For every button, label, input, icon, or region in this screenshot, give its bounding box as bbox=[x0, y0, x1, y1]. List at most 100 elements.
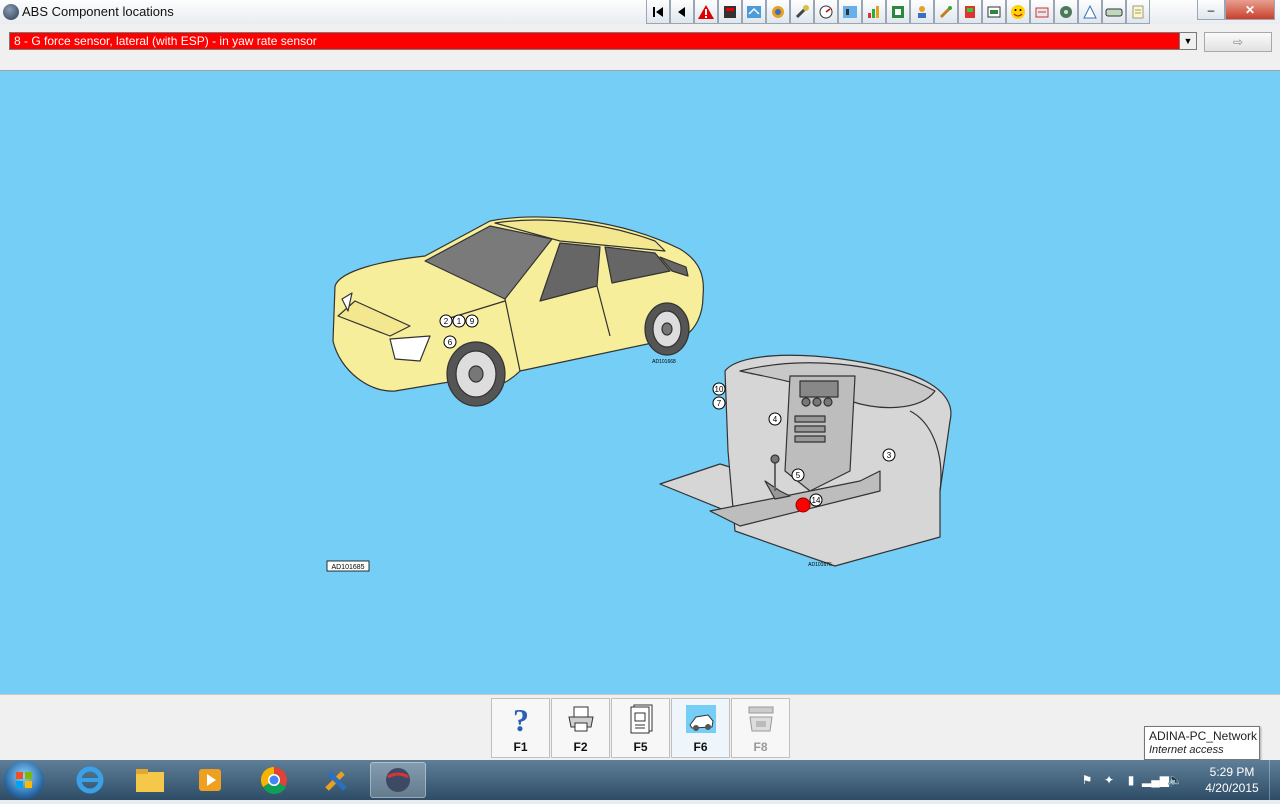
taskbar-file-explorer[interactable] bbox=[122, 762, 178, 798]
toolbar bbox=[646, 0, 1150, 24]
f6-label: F6 bbox=[693, 740, 708, 754]
f1-label: F1 bbox=[513, 740, 528, 754]
interior-illustration bbox=[659, 354, 952, 567]
taskbar-chrome[interactable] bbox=[246, 762, 302, 798]
svg-text:1: 1 bbox=[457, 317, 462, 326]
show-desktop-button[interactable] bbox=[1269, 760, 1280, 800]
f5-document-button[interactable]: F5 bbox=[611, 698, 670, 758]
network-tooltip: ADINA-PC_Network Internet access bbox=[1144, 726, 1260, 760]
diagnostic-icon[interactable] bbox=[838, 0, 862, 24]
volume-icon[interactable]: 🔈 bbox=[1164, 773, 1186, 787]
interior-callout-14[interactable]: 14 bbox=[809, 493, 823, 507]
close-button[interactable]: ✕ bbox=[1225, 0, 1275, 20]
component-dropdown-value: 8 - G force sensor, lateral (with ESP) -… bbox=[14, 34, 317, 48]
taskbar-media-player[interactable] bbox=[182, 762, 238, 798]
interior-callout-4[interactable]: 4 bbox=[768, 412, 782, 426]
car-diagram-icon bbox=[686, 705, 716, 733]
warning-icon[interactable] bbox=[694, 0, 718, 24]
taskbar-clock[interactable]: 5:29 PM 4/20/2015 bbox=[1196, 764, 1268, 796]
car-figure-reference: AD101668 bbox=[652, 359, 676, 365]
f2-print-button[interactable]: F2 bbox=[551, 698, 610, 758]
network-access: Internet access bbox=[1149, 744, 1224, 756]
interior-callout-5[interactable]: 5 bbox=[791, 468, 805, 482]
svg-text:10: 10 bbox=[715, 385, 724, 394]
hand-icon[interactable] bbox=[1102, 0, 1126, 24]
figure-reference: AD101685 bbox=[331, 564, 364, 571]
gauge-icon[interactable] bbox=[814, 0, 838, 24]
settings-icon[interactable] bbox=[1054, 0, 1078, 24]
taskbar-internet-explorer[interactable] bbox=[62, 762, 118, 798]
svg-text:5: 5 bbox=[796, 471, 801, 480]
windows-logo-icon bbox=[16, 772, 32, 788]
help-icon: ? bbox=[513, 703, 529, 735]
tester-icon[interactable] bbox=[958, 0, 982, 24]
interior-callout-3[interactable]: 3 bbox=[882, 448, 896, 462]
f5-label: F5 bbox=[633, 740, 648, 754]
f8-label: F8 bbox=[753, 740, 768, 754]
internet-explorer-icon bbox=[76, 766, 104, 794]
svg-text:7: 7 bbox=[717, 399, 722, 408]
face-icon[interactable] bbox=[1006, 0, 1030, 24]
interior-callout-7[interactable]: 7 bbox=[712, 396, 726, 410]
car-callout-6[interactable]: 6 bbox=[443, 335, 457, 349]
document-icon bbox=[630, 704, 653, 734]
spray-icon[interactable] bbox=[934, 0, 958, 24]
network-name: ADINA-PC_Network bbox=[1149, 729, 1258, 743]
print-icon bbox=[568, 706, 594, 732]
component-location-diagram: 2 1 9 6 AD101668 10 7 4 3 5 14 AD101676 … bbox=[0, 71, 1280, 694]
taskbar-tools-app[interactable] bbox=[308, 762, 364, 798]
note-icon[interactable] bbox=[1126, 0, 1150, 24]
f8-device-button[interactable]: F8 bbox=[731, 698, 790, 758]
window-title: ABS Component locations bbox=[22, 4, 174, 19]
folder-icon bbox=[136, 769, 164, 792]
svg-text:4: 4 bbox=[773, 415, 778, 424]
diagram-svg: 2 1 9 6 AD101668 10 7 4 3 5 14 AD101676 … bbox=[326, 216, 952, 572]
chevron-down-icon[interactable]: ▼ bbox=[1179, 33, 1196, 49]
svg-text:2: 2 bbox=[444, 317, 449, 326]
component-icon[interactable] bbox=[766, 0, 790, 24]
interior-callout-10[interactable]: 10 bbox=[712, 382, 726, 396]
svg-text:14: 14 bbox=[812, 496, 821, 505]
network-signal-icon[interactable]: ▂▄▆ bbox=[1142, 773, 1169, 787]
function-key-bar: ? F1 F2 F5 F6 F8 bbox=[0, 694, 1280, 761]
svg-text:3: 3 bbox=[887, 451, 892, 460]
action-center-flag-icon[interactable]: ⚑ bbox=[1076, 773, 1098, 787]
document-icon[interactable] bbox=[718, 0, 742, 24]
chrome-icon bbox=[260, 766, 287, 794]
component-dropdown[interactable]: 8 - G force sensor, lateral (with ESP) -… bbox=[9, 32, 1197, 50]
power-icon[interactable]: ▮ bbox=[1120, 773, 1142, 787]
clock-time: 5:29 PM bbox=[1209, 765, 1255, 779]
f2-label: F2 bbox=[573, 740, 588, 754]
oil-icon[interactable] bbox=[982, 0, 1006, 24]
go-button[interactable]: ⇨ bbox=[1204, 32, 1272, 52]
car-illustration bbox=[332, 216, 705, 407]
person-icon[interactable] bbox=[910, 0, 934, 24]
car-callout-1[interactable]: 1 bbox=[452, 314, 466, 328]
component-selector-row: 8 - G force sensor, lateral (with ESP) -… bbox=[0, 24, 1280, 71]
tray-app-icon[interactable]: ✦ bbox=[1098, 773, 1120, 787]
system-tray: ⚑ ✦ ▮ ▂▄▆ 🔈 bbox=[1076, 760, 1186, 800]
bar-chart-icon[interactable] bbox=[862, 0, 886, 24]
car-callout-9[interactable]: 9 bbox=[465, 314, 479, 328]
highlighted-component-marker[interactable] bbox=[795, 497, 811, 513]
start-button[interactable] bbox=[4, 761, 44, 799]
seat-icon[interactable] bbox=[886, 0, 910, 24]
title-bar: ABS Component locations – ✕ bbox=[0, 0, 1280, 25]
f6-car-diagram-button[interactable]: F6 bbox=[671, 698, 730, 758]
previous-icon[interactable] bbox=[670, 0, 694, 24]
app-icon bbox=[3, 4, 19, 20]
device-icon bbox=[748, 706, 774, 732]
media-player-icon bbox=[199, 769, 221, 791]
car-callout-2[interactable]: 2 bbox=[439, 314, 453, 328]
car-icon[interactable] bbox=[1078, 0, 1102, 24]
interior-figure-reference: AD101676 bbox=[808, 562, 832, 568]
tools-icon bbox=[325, 771, 347, 791]
minimize-button[interactable]: – bbox=[1197, 0, 1225, 20]
taskbar-abs-app[interactable] bbox=[370, 762, 426, 798]
f1-help-button[interactable]: ? F1 bbox=[491, 698, 550, 758]
svg-text:?: ? bbox=[513, 703, 529, 735]
wiring-icon[interactable] bbox=[742, 0, 766, 24]
tool-icon[interactable] bbox=[790, 0, 814, 24]
first-page-icon[interactable] bbox=[646, 0, 670, 24]
puzzle-icon[interactable] bbox=[1030, 0, 1054, 24]
